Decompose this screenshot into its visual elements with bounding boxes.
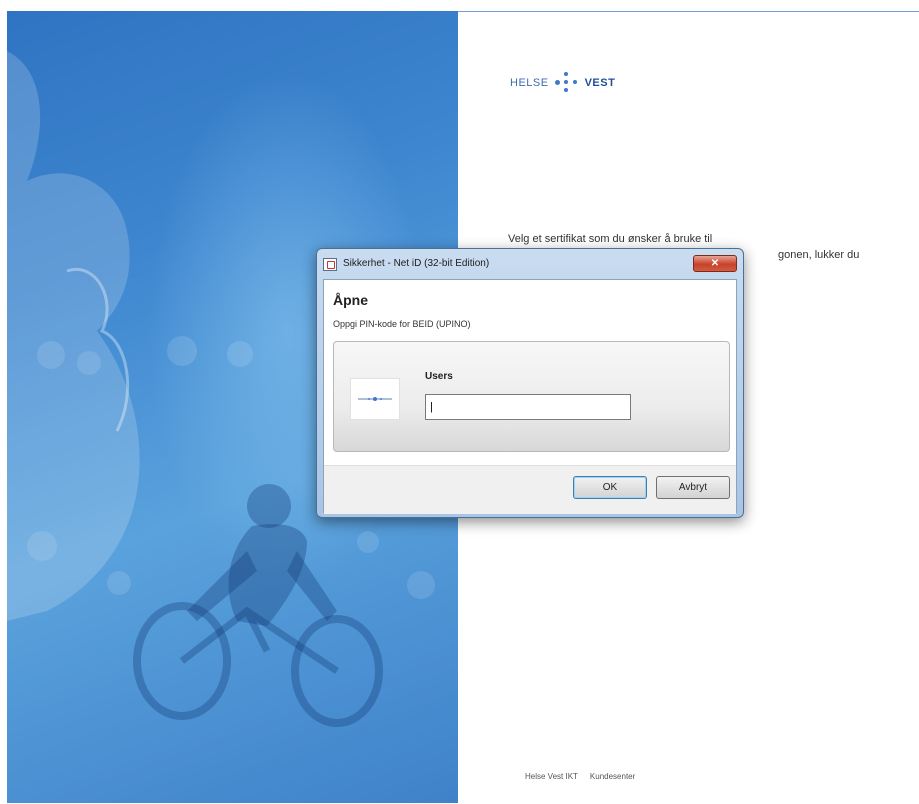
pin-input[interactable] (425, 394, 631, 420)
smartcard-reader-icon (350, 378, 400, 420)
intro-line-1: Velg et sertifikat som du ønsker å bruke… (508, 233, 713, 245)
dialog-body: Åpne Oppgi PIN-kode for BEID (UPINO) Use… (323, 279, 737, 514)
app-icon (323, 258, 337, 271)
logo-dots-icon (554, 68, 579, 98)
pin-dialog: Sikkerhet - Net iD (32-bit Edition) ✕ Åp… (316, 248, 744, 518)
footer-link-helse-vest-ikt[interactable]: Helse Vest IKT (525, 772, 578, 781)
dialog-title: Sikkerhet - Net iD (32-bit Edition) (343, 258, 490, 269)
logo-word-helse: HELSE (510, 77, 549, 89)
dialog-heading: Åpne (333, 292, 368, 308)
cancel-button[interactable]: Avbryt (656, 476, 730, 499)
dialog-titlebar[interactable]: Sikkerhet - Net iD (32-bit Edition) ✕ (317, 249, 743, 279)
ok-button[interactable]: OK (573, 476, 647, 499)
logo-word-vest: VEST (584, 77, 616, 89)
footer-link-kundesenter[interactable]: Kundesenter (590, 772, 635, 781)
helse-vest-logo: HELSE VEST (510, 68, 615, 98)
dialog-subheading: Oppgi PIN-kode for BEID (UPINO) (333, 319, 471, 329)
close-icon: ✕ (710, 258, 720, 269)
pin-entry-panel: Users (333, 341, 730, 452)
dialog-button-bar: OK Avbryt (324, 465, 736, 514)
footer: Helse Vest IKT Kundesenter (525, 772, 635, 781)
user-label: Users (425, 371, 453, 382)
close-button[interactable]: ✕ (693, 255, 737, 272)
